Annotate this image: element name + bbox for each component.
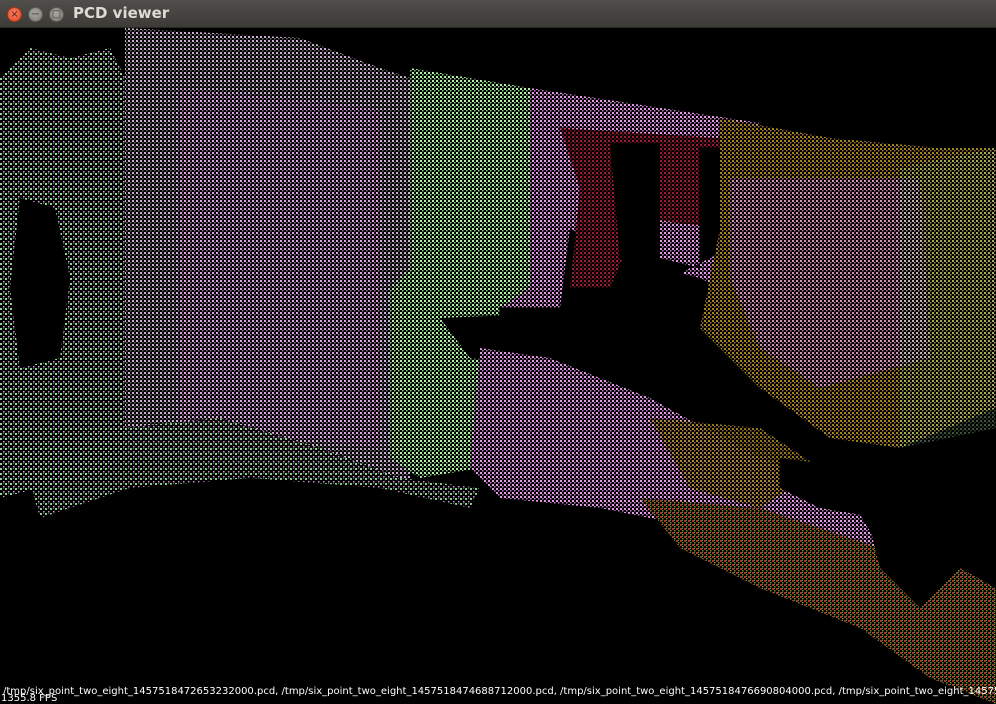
close-button[interactable]: ×	[7, 7, 22, 22]
maximize-icon: □	[51, 8, 62, 20]
minimize-icon: −	[31, 8, 40, 20]
fps-counter: 1355.8 FPS	[1, 693, 58, 704]
window-title: PCD viewer	[73, 4, 170, 22]
point-cloud-render	[0, 28, 996, 704]
point-cloud-viewport[interactable]	[0, 28, 996, 704]
title-bar[interactable]: × − □ PCD viewer	[0, 0, 996, 28]
loaded-files-label: /tmp/six_point_two_eight_145751847265323…	[3, 686, 996, 697]
cloud-right-green	[900, 148, 996, 448]
cloud-back-wall-band	[180, 88, 380, 448]
pcd-viewer-window: × − □ PCD viewer /tmp/six_point_two_eigh…	[0, 0, 996, 704]
close-icon: ×	[10, 8, 19, 20]
minimize-button[interactable]: −	[28, 7, 43, 22]
maximize-button[interactable]: □	[49, 7, 64, 22]
